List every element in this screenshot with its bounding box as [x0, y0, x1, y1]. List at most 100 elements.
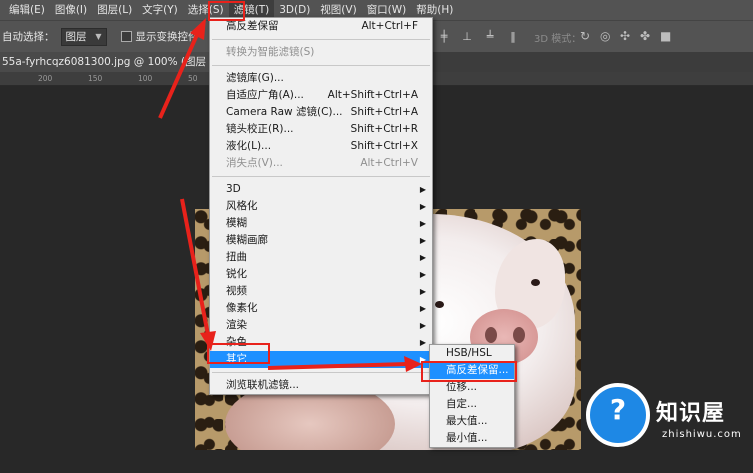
auto-select-label: 自动选择： [2, 31, 55, 43]
menu-item-label: 模糊 [226, 217, 247, 229]
submenu-arrow-icon: ▶ [419, 236, 426, 245]
menu-item-camera-raw[interactable]: Camera Raw 滤镜(C)... Shift+Ctrl+A [210, 104, 432, 121]
annotation-arrow-icon [268, 356, 422, 372]
watermark-question-icon: ? [586, 383, 650, 447]
menu-item-browse-online[interactable]: 浏览联机滤镜... [210, 377, 432, 394]
menu-item-label: 转换为智能滤镜(S) [226, 46, 315, 58]
submenu-sharpen[interactable]: 锐化 ▶ [210, 266, 432, 283]
submenu-arrow-icon: ▶ [419, 287, 426, 296]
submenu-arrow-icon: ▶ [419, 253, 426, 262]
submenu-arrow-icon: ▶ [419, 270, 426, 279]
menu-item-label: 模糊画廊 [226, 234, 268, 246]
annotation-box-high-pass [421, 361, 517, 382]
pig-eye [435, 301, 444, 308]
distribute-icon[interactable]: ⊥ [459, 30, 475, 44]
menu-divider [212, 39, 430, 40]
menu-divider [212, 65, 430, 66]
ruler-tick-label: 150 [88, 74, 103, 83]
submenu-stylize[interactable]: 风格化 ▶ [210, 198, 432, 215]
submenu-blur[interactable]: 模糊 ▶ [210, 215, 432, 232]
align-toolbar: ╪ ⊥ ╧ ‖ [436, 21, 528, 53]
menu-item-liquify[interactable]: 液化(L)... Shift+Ctrl+X [210, 138, 432, 155]
pig-eye [531, 279, 540, 286]
menu-item-adaptive-wide[interactable]: 自适应广角(A)... Alt+Shift+Ctrl+A [210, 87, 432, 104]
pig-nostril [513, 327, 525, 343]
watermark-logo: ? 知识屋 zhishiwu.com [580, 383, 753, 473]
submenu-arrow-icon: ▶ [419, 202, 426, 211]
submenu-arrow-icon: ▶ [419, 338, 426, 347]
submenu-arrow-icon: ▶ [419, 219, 426, 228]
filter-menu: 高反差保留 Alt+Ctrl+F 转换为智能滤镜(S) 滤镜库(G)... 自适… [209, 17, 433, 395]
submenu-video[interactable]: 视频 ▶ [210, 283, 432, 300]
menu-item-label: 自定... [446, 398, 478, 410]
menu-item-label: 自适应广角(A)... [226, 89, 304, 101]
ruler-tick-label: 200 [38, 74, 53, 83]
menu-item-shortcut: Alt+Ctrl+F [361, 20, 418, 32]
menu-item-filter-gallery[interactable]: 滤镜库(G)... [210, 70, 432, 87]
submenu-render[interactable]: 渲染 ▶ [210, 317, 432, 334]
annotation-arrow-icon [158, 18, 206, 119]
menu-image[interactable]: 图像(I) [50, 0, 92, 20]
menu-item-shortcut: Alt+Ctrl+V [360, 157, 418, 169]
menu-item-label: 液化(L)... [226, 140, 272, 152]
auto-select-dropdown[interactable]: 图层 ▼ [60, 27, 107, 46]
menu-item-shortcut: Shift+Ctrl+R [350, 123, 418, 135]
menu-item-shortcut: Shift+Ctrl+X [350, 140, 418, 152]
menu-item-vanishing-point: 消失点(V)... Alt+Ctrl+V [210, 155, 432, 172]
roll-3d-icon[interactable]: ◎ [600, 29, 610, 45]
menu-type[interactable]: 文字(Y) [137, 0, 183, 20]
watermark-title: 知识屋 [656, 401, 726, 426]
submenu-pixelate[interactable]: 像素化 ▶ [210, 300, 432, 317]
show-transform-checkbox[interactable] [120, 31, 132, 42]
pig-nostril [485, 327, 497, 343]
menu-item-label: 高反差保留 [226, 20, 279, 32]
menu-item-label: 3D [226, 183, 241, 195]
menu-item-label: 像素化 [226, 302, 258, 314]
distribute-h-icon[interactable]: ‖ [505, 30, 521, 44]
menu-item-label: Camera Raw 滤镜(C)... [226, 106, 343, 118]
menu-item-label: 位移... [446, 381, 478, 393]
submenu-arrow-icon: ▶ [419, 321, 426, 330]
watermark-url: zhishiwu.com [662, 429, 742, 440]
menu-item-convert-smart: 转换为智能滤镜(S) [210, 44, 432, 61]
menu-item-label: 锐化 [226, 268, 247, 280]
slide-3d-icon[interactable]: ✤ [640, 29, 650, 45]
submenu-3d[interactable]: 3D ▶ [210, 181, 432, 198]
submenu-distort[interactable]: 扭曲 ▶ [210, 249, 432, 266]
submenu-blur-gallery[interactable]: 模糊画廊 ▶ [210, 232, 432, 249]
menu-item-label: 镜头校正(R)... [226, 123, 294, 135]
menu-item-label: 浏览联机滤镜... [226, 379, 300, 391]
mode-3d-label: 3D 模式： [534, 34, 582, 45]
menu-item-hsb-hsl[interactable]: HSB/HSL [430, 345, 514, 362]
align-vcenter-icon[interactable]: ╪ [436, 30, 452, 44]
drag-3d-icon[interactable]: ✣ [620, 29, 630, 45]
other-submenu: HSB/HSL 高反差保留... 位移... 自定... 最大值... 最小值.… [429, 344, 515, 448]
menu-item-label: 渲染 [226, 319, 247, 331]
menu-item-label: 消失点(V)... [226, 157, 283, 169]
submenu-arrow-icon: ▶ [419, 304, 426, 313]
align-bottom-icon[interactable]: ╧ [482, 30, 498, 44]
menu-item-label: 扭曲 [226, 251, 247, 263]
menu-item-shortcut: Shift+Ctrl+A [350, 106, 418, 118]
menu-item-lens-correction[interactable]: 镜头校正(R)... Shift+Ctrl+R [210, 121, 432, 138]
annotation-box-filter-menu [208, 1, 245, 21]
menu-item-maximum[interactable]: 最大值... [430, 413, 514, 430]
menu-item-label: 滤镜库(G)... [226, 72, 284, 84]
menu-item-label: 风格化 [226, 200, 258, 212]
menu-item-label: 视频 [226, 285, 247, 297]
rotate-3d-icon[interactable]: ↻ [580, 29, 590, 45]
menu-edit[interactable]: 编辑(E) [4, 0, 50, 20]
annotation-arrow-icon [180, 198, 216, 351]
menu-item-shortcut: Alt+Shift+Ctrl+A [327, 89, 418, 101]
auto-select-value: 图层 [65, 30, 87, 43]
menu-item-label: 最大值... [446, 415, 488, 427]
chevron-down-icon: ▼ [95, 31, 102, 41]
menu-layer[interactable]: 图层(L) [92, 0, 137, 20]
menu-item-label: HSB/HSL [446, 347, 492, 359]
menu-divider [212, 176, 430, 177]
menu-item-minimum[interactable]: 最小值... [430, 430, 514, 447]
scale-3d-icon[interactable]: ■ [660, 29, 671, 45]
menu-item-label: 最小值... [446, 432, 488, 444]
submenu-arrow-icon: ▶ [419, 185, 426, 194]
menu-item-custom[interactable]: 自定... [430, 396, 514, 413]
